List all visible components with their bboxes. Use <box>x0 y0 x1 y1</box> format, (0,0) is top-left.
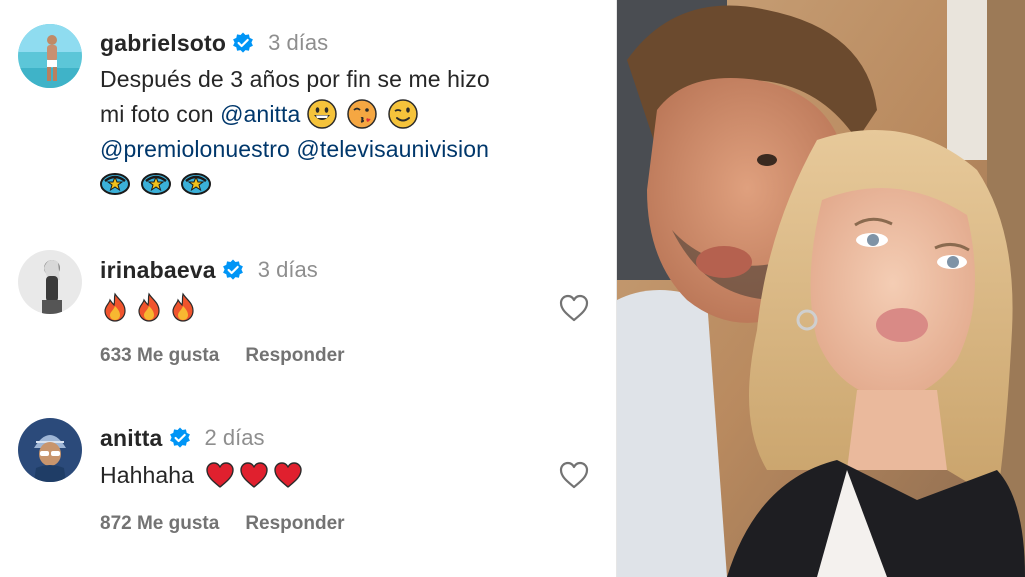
comment-line-2: mi foto con @anitta <box>100 97 600 132</box>
verified-badge-icon <box>169 427 191 449</box>
fire-icon <box>168 292 198 322</box>
username[interactable]: irinabaeva <box>100 257 216 284</box>
avatar-anitta[interactable] <box>18 418 82 482</box>
fire-icon <box>100 292 130 322</box>
comment-body: Hahhaha <box>100 462 195 488</box>
mention-anitta[interactable]: @anitta <box>220 101 300 127</box>
username[interactable]: anitta <box>100 425 163 452</box>
likes-count[interactable]: 872 Me gusta <box>100 513 219 535</box>
comment-time: 2 días <box>204 425 265 450</box>
comment-meta: 872 Me gusta Responder <box>100 513 345 535</box>
like-heart-icon[interactable] <box>558 293 590 323</box>
reply-button[interactable]: Responder <box>245 513 344 535</box>
reply-button[interactable]: Responder <box>245 345 344 367</box>
comment-line-2-text: mi foto con <box>100 101 221 127</box>
comments-panel: gabrielsoto 3 días Después de 3 años por… <box>0 0 616 577</box>
red-heart-icon <box>205 460 235 490</box>
verified-badge-icon <box>232 32 254 54</box>
mention-televisaunivision[interactable]: @televisaunivision <box>296 136 489 162</box>
like-heart-icon[interactable] <box>558 460 590 490</box>
fire-icon <box>134 292 164 322</box>
comment-text: Después de 3 años por fin se me hizo mi … <box>100 62 600 202</box>
comment-time: 3 días <box>268 30 329 55</box>
comment-header: irinabaeva 3 días <box>100 254 318 286</box>
likes-count[interactable]: 633 Me gusta <box>100 345 219 367</box>
comment-text: Hahhaha <box>100 458 600 493</box>
face-blowing-kiss-icon <box>347 99 378 129</box>
avatar-gabrielsoto[interactable] <box>18 24 82 88</box>
comment-line-3: @premiolonuestro @televisaunivision <box>100 132 600 167</box>
mention-premiolonuestro[interactable]: @premiolonuestro <box>100 136 290 162</box>
winking-face-icon <box>388 99 418 129</box>
trophy-icon <box>181 169 211 199</box>
selfie-photo <box>617 0 1025 577</box>
trophy-icon <box>140 169 171 199</box>
red-heart-icon <box>239 460 269 490</box>
avatar-irinabaeva[interactable] <box>18 250 82 314</box>
comment-line-4 <box>100 167 600 202</box>
username[interactable]: gabrielsoto <box>100 30 226 57</box>
verified-badge-icon <box>222 259 244 281</box>
trophy-icon <box>100 169 130 199</box>
comment-header: anitta 2 días <box>100 422 264 454</box>
comment-line-1: Después de 3 años por fin se me hizo <box>100 66 490 92</box>
comment-time: 3 días <box>257 257 318 282</box>
red-heart-icon <box>273 460 303 490</box>
comment-text <box>100 290 600 325</box>
comment-meta: 633 Me gusta Responder <box>100 345 345 367</box>
comment-header: gabrielsoto 3 días <box>100 27 328 59</box>
grinning-face-icon <box>307 99 337 129</box>
